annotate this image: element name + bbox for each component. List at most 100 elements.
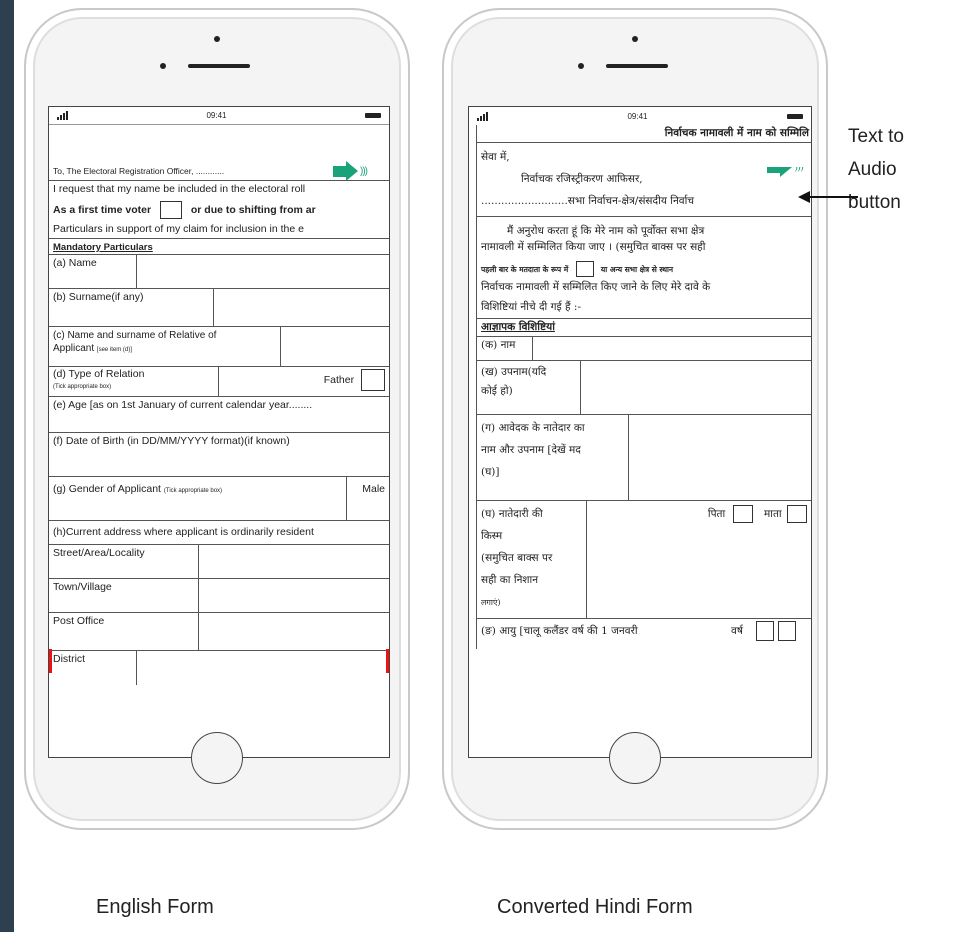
hindi-relation-4: सही का निशान [481,574,539,586]
hindi-para-3a: पहली बार के मतदाता के रूप में [481,265,569,274]
mandatory-particulars-heading: Mandatory Particulars [53,242,153,253]
age-label: (e) Age [as on 1st January of current ca… [53,399,313,411]
father-checkbox[interactable] [361,369,385,391]
status-time: 09:41 [627,111,648,121]
hindi-para-4: निर्वाचक नामावली में सम्मिलित किए जाने क… [481,281,711,293]
sensor-dot [160,63,166,69]
hindi-relative-3: (घ)] [481,466,500,478]
post-office-label: Post Office [53,615,105,627]
relative-note: [see item (d)] [96,347,132,353]
sensor-dot [578,63,584,69]
first-time-voter-label: As a first time voter [53,203,152,216]
left-edge-bar [0,0,14,932]
street-field[interactable] [199,545,389,578]
english-form-screen: 09:41 To, The Electoral Registration Off… [48,106,390,758]
dob-label: (f) Date of Birth (in DD/MM/YYYY format)… [53,435,290,447]
address-label: (h)Current address where applicant is or… [53,526,314,538]
home-button[interactable] [609,732,661,784]
status-bar: 09:41 [49,107,389,125]
hindi-years-box-2[interactable] [777,621,796,641]
left-arrow-icon [798,191,810,203]
surname-label: (b) Surname(if any) [53,291,144,303]
hindi-officer: निर्वाचक रजिस्ट्रीकरण आफिसर, [521,173,643,185]
hindi-name-field[interactable] [533,337,811,360]
hindi-surname-1: (ख) उपनाम(यदि [481,366,547,378]
post-office-field[interactable] [199,613,389,650]
hindi-form-screen: 09:41 निर्वाचक नामावली में नाम को सम्मिल… [468,106,812,758]
hindi-years-label: वर्ष [731,625,743,637]
signal-icon [477,111,488,121]
father-label: Father [323,373,355,386]
hindi-age-label: (ङ) आयु [चालू कलैंडर वर्ष की 1 जनवरी [481,625,638,637]
scroll-marker-right [386,649,389,673]
gender-label: (g) Gender of Applicant [53,483,161,495]
earpiece-speaker [188,64,250,68]
english-phone-mockup: 09:41 To, The Electoral Registration Off… [24,8,410,830]
hindi-relative-1: (ग) आवेदक के नातेदार का [481,422,585,434]
male-label: Male [362,483,385,495]
town-field[interactable] [199,579,389,612]
hindi-name-label: (क) नाम [481,339,516,351]
hindi-relation-3: (समुचित बाक्स पर [481,552,553,564]
annotation-line-3: button [848,192,901,213]
camera-icon [632,36,638,42]
hindi-relation-2: किस्म [481,530,503,542]
hindi-heading: निर्वाचक नामावली में नाम को सम्मिलि [664,127,809,139]
particulars-support-line: Particulars in support of my claim for i… [53,223,304,235]
hindi-first-time-checkbox[interactable] [575,261,594,277]
town-label: Town/Village [53,581,112,593]
battery-icon [365,113,381,118]
hindi-years-box-1[interactable] [756,621,775,641]
hindi-form: निर्वाचक नामावली में नाम को सम्मिलि सेवा… [476,125,811,649]
relative-field[interactable] [281,327,389,366]
annotation-line-2: Audio [848,159,897,180]
hindi-relative-field[interactable] [629,415,811,500]
speaker-audio-icon [333,165,347,177]
home-button[interactable] [191,732,243,784]
shifting-label: or due to shifting from ar [190,203,316,216]
hindi-relative-2: नाम और उपनाम [देखें मद [481,444,581,456]
gender-note: (Tick appropriate box) [163,488,223,494]
earpiece-speaker [606,64,668,68]
annotation-line-1: Text to [848,126,904,147]
hindi-constituency: ..........................सभा निर्वाचन-क… [481,195,695,207]
hindi-father-label: पिता [707,508,726,520]
hindi-addressee: सेवा में, [481,151,510,163]
audio-button[interactable]: ))) [767,167,804,177]
camera-icon [214,36,220,42]
english-form: To, The Electoral Registration Officer, … [49,125,389,685]
signal-icon [57,111,68,120]
annotation-arrow-line [808,196,858,198]
hindi-surname-field[interactable] [581,361,811,414]
relative-label-2: Applicant [53,343,95,354]
status-bar: 09:41 [469,107,811,125]
hindi-mother-checkbox[interactable] [787,505,807,523]
name-field[interactable] [137,255,389,288]
sound-waves-icon: ))) [794,167,804,173]
relation-note: (Tick appropriate box) [53,384,112,390]
battery-icon [787,113,803,119]
hindi-relation-1: (घ) नातेदारी की [481,508,543,520]
relative-label-1: (c) Name and surname of Relative of [53,330,217,341]
hindi-para-1: मैं अनुरोध करता हूं कि मेरे नाम को पूर्व… [507,225,705,237]
scroll-marker-left [49,649,52,673]
hindi-relation-5: लगाएं) [481,598,501,607]
district-label: District [53,653,86,665]
district-field[interactable] [137,651,389,685]
first-time-voter-checkbox[interactable] [159,201,182,219]
request-line: I request that my name be included in th… [53,183,306,195]
hindi-surname-2: कोई हो) [481,385,513,397]
status-time: 09:41 [206,111,227,120]
sound-waves-icon: ))) [360,165,368,177]
hindi-para-5: विशिष्टियां नीचे दी गई हैं :- [481,301,582,313]
hindi-para-2: नामावली में सम्मिलित किया जाए । (समुचित … [481,241,706,253]
hindi-mother-label: माता [763,508,782,520]
hindi-form-caption: Converted Hindi Form [497,896,693,918]
audio-button[interactable]: ))) [333,161,368,180]
text-to-audio-annotation: Text to Audio button [848,120,904,219]
hindi-para-3b: या अन्य सभा क्षेत्र से स्थान [600,265,674,274]
name-label: (a) Name [53,257,97,269]
hindi-father-checkbox[interactable] [732,505,753,523]
surname-field[interactable] [214,289,389,326]
relation-label: (d) Type of Relation [53,368,145,380]
